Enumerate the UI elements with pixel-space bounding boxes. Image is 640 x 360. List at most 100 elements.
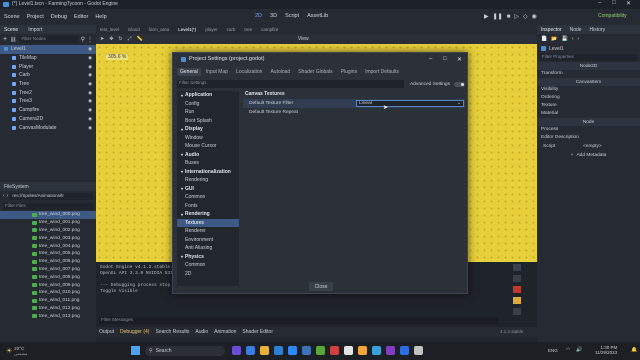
category-section[interactable]: ▾ Physics (177, 253, 239, 262)
editor-tab[interactable]: farm_area (149, 27, 170, 32)
back-icon[interactable]: ‹ (3, 193, 5, 199)
pause-icon[interactable]: ❚❚ (493, 13, 503, 20)
tab-node[interactable]: Node (570, 27, 582, 33)
fs-path-input[interactable]: res://Sprites/Animations/tr (10, 192, 93, 200)
search-icon[interactable]: ⚲ (81, 36, 85, 43)
history-back-icon[interactable]: ‹ (572, 36, 574, 42)
file-item[interactable]: tree_wind_008.png (0, 273, 96, 281)
error-filter-icon[interactable] (513, 286, 521, 293)
movie-icon[interactable]: ◉ (532, 13, 537, 20)
settings-tab[interactable]: Plugins (338, 68, 360, 76)
add-metadata-button[interactable]: + Add Metadata (537, 150, 640, 160)
category-item[interactable]: Environment (177, 236, 239, 245)
file-item[interactable]: tree_wind_012.png (0, 305, 96, 313)
category-item[interactable]: 2D (177, 270, 239, 279)
editor-tab[interactable]: island (128, 27, 140, 32)
filter-messages-input[interactable]: Filter Messages (99, 317, 499, 324)
scene-node-row[interactable]: Player ◉ (0, 62, 96, 71)
app-icon-9[interactable] (344, 346, 353, 355)
scene-node-row[interactable]: Tree3 ◉ (0, 97, 96, 106)
visibility-eye-icon[interactable]: ◉ (88, 116, 92, 122)
premiere-icon[interactable] (386, 346, 395, 355)
close-icon[interactable]: ✕ (626, 0, 631, 7)
file-item[interactable]: tree_wind_003.png (0, 234, 96, 242)
workspace-script-button[interactable]: Script (285, 13, 299, 19)
app-icon-13[interactable] (400, 346, 409, 355)
godot-taskbar-icon[interactable] (302, 346, 311, 355)
scene-node-row[interactable]: Level1 ◉ (0, 45, 96, 54)
filter-files-input[interactable]: Filter Files (3, 202, 93, 210)
more-icon[interactable]: ⋮ (87, 36, 93, 43)
bottom-tab[interactable]: Audio (195, 329, 208, 335)
category-item[interactable]: Common (177, 193, 239, 202)
tab-scene[interactable]: Scene (4, 27, 18, 33)
setting-row-texture-repeat[interactable]: Default Texture Repeat (243, 108, 465, 117)
section-visibility[interactable]: Visibility (537, 86, 640, 94)
save-resource-icon[interactable]: 💾 (561, 36, 567, 42)
ruler-icon[interactable]: 📏 (137, 36, 143, 42)
settings-tab[interactable]: Input Map (203, 68, 231, 76)
visibility-eye-icon[interactable]: ◉ (88, 81, 92, 87)
category-section[interactable]: ▾ Rendering (177, 210, 239, 219)
open-resource-icon[interactable]: 📂 (551, 36, 557, 42)
filter-settings-input[interactable]: Filter Settings (177, 80, 404, 88)
category-item[interactable]: Window (177, 134, 239, 143)
file-item[interactable]: tree_wind_010.png (0, 289, 96, 297)
category-section[interactable]: ▾ Display (177, 125, 239, 134)
section-material[interactable]: Material (537, 110, 640, 118)
category-item[interactable]: Anti Aliasing (177, 244, 239, 253)
maximize-icon[interactable]: □ (612, 0, 616, 6)
edge-icon[interactable] (274, 346, 283, 355)
menu-help[interactable]: Help (95, 14, 106, 20)
file-item[interactable]: tree_wind_011.png (0, 297, 96, 305)
section-texture[interactable]: Texture (537, 102, 640, 110)
menu-scene[interactable]: Scene (4, 14, 20, 20)
windows-start-icon[interactable] (131, 346, 140, 355)
section-process[interactable]: Process (537, 126, 640, 134)
advanced-settings-toggle[interactable] (454, 81, 465, 87)
bottom-tab[interactable]: Output (99, 329, 114, 335)
category-item[interactable]: Fonts (177, 202, 239, 211)
settings-tab[interactable]: Import Defaults (362, 68, 402, 76)
scene-node-row[interactable]: CanvasModulate ◉ (0, 123, 96, 132)
file-item[interactable]: tree_wind_002.png (0, 227, 96, 235)
select-tool-icon[interactable]: ➤ (100, 36, 104, 42)
warning-filter-icon[interactable] (513, 297, 521, 304)
file-explorer-icon[interactable] (260, 346, 269, 355)
clear-output-icon[interactable] (513, 264, 521, 271)
category-item[interactable]: Run (177, 108, 239, 117)
link-icon[interactable]: ⛓ (10, 37, 16, 43)
file-item[interactable]: tree_wind_004.png (0, 242, 96, 250)
menu-project[interactable]: Project (27, 14, 44, 20)
dialog-close-icon[interactable]: ✕ (457, 56, 462, 63)
vscode-icon[interactable] (288, 346, 297, 355)
inspector-node-row[interactable]: Level1 (537, 44, 640, 53)
file-item[interactable]: tree_wind_009.png (0, 281, 96, 289)
menu-editor[interactable]: Editor (74, 14, 88, 20)
bottom-tab[interactable]: Animation (214, 329, 236, 335)
section-editor-description[interactable]: Editor Description (537, 134, 640, 142)
message-filter-icon[interactable] (513, 308, 521, 315)
tab-import[interactable]: Import (28, 27, 42, 33)
editor-tab[interactable]: carb (227, 27, 236, 32)
dialog-minimize-icon[interactable]: – (429, 56, 432, 62)
filter-properties-input[interactable]: Filter Properties (540, 54, 637, 61)
bottom-tab[interactable]: Search Results (155, 329, 189, 335)
workspace-3d-button[interactable]: 3D (270, 13, 277, 19)
bottom-tab[interactable]: Debugger (4) (120, 329, 149, 335)
settings-tab[interactable]: Shader Globals (295, 68, 335, 76)
scene-node-row[interactable]: Tree ◉ (0, 80, 96, 89)
file-item[interactable]: tree_wind_006.png (0, 258, 96, 266)
visibility-eye-icon[interactable]: ◉ (88, 125, 92, 131)
bottom-tab[interactable]: Shader Editor (242, 329, 273, 335)
minimize-icon[interactable]: – (598, 0, 601, 6)
menu-debug[interactable]: Debug (51, 14, 67, 20)
taskbar-search[interactable]: ⚲ Search (145, 346, 225, 356)
copy-icon[interactable] (513, 275, 521, 282)
tab-history[interactable]: History (590, 27, 606, 33)
scene-node-row[interactable]: Carb ◉ (0, 71, 96, 80)
section-ordering[interactable]: Ordering (537, 94, 640, 102)
settings-tab[interactable]: General (177, 68, 201, 76)
visibility-eye-icon[interactable]: ◉ (88, 72, 92, 78)
category-item[interactable]: Buses (177, 159, 239, 168)
